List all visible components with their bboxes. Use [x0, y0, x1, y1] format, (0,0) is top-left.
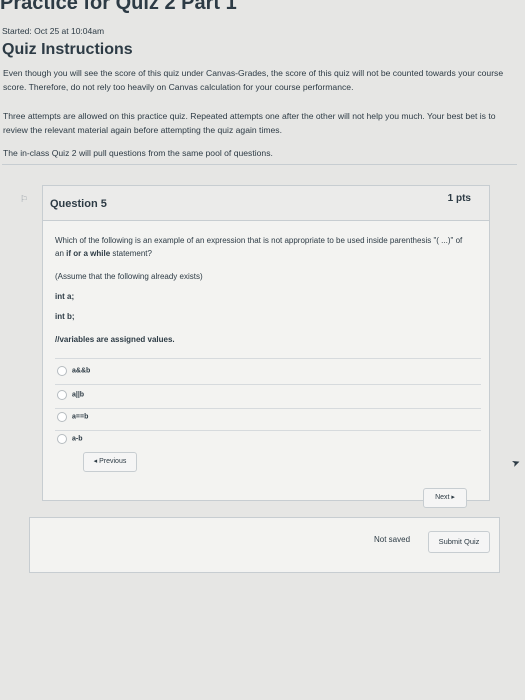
answer-option[interactable]: a-b	[57, 434, 83, 448]
answer-separator	[55, 384, 481, 385]
question-card: Question 5 1 pts Which of the following …	[42, 185, 490, 508]
question-title: Question 5	[50, 198, 107, 210]
instructions-paragraph-1: Even though you will see the score of th…	[3, 68, 504, 92]
radio-button[interactable]	[57, 434, 67, 444]
save-status: Not saved	[374, 535, 411, 544]
instructions-heading: Quiz Instructions	[2, 41, 133, 58]
radio-button[interactable]	[57, 366, 67, 376]
answer-option[interactable]: a==b	[57, 412, 88, 426]
answer-option[interactable]: a||b	[57, 390, 84, 404]
divider	[2, 164, 517, 165]
question-text-suffix: statement?	[112, 249, 152, 258]
next-button[interactable]: Next ▸	[423, 488, 467, 508]
answer-label: a||b	[72, 391, 85, 399]
instructions-paragraph-2: Three attempts are allowed on this pract…	[3, 111, 496, 135]
answer-label: a&&b	[72, 367, 91, 375]
answer-separator	[55, 358, 481, 359]
answer-option[interactable]: a&&b	[57, 366, 90, 380]
code-line-3: //variables are assigned values.	[55, 335, 175, 344]
radio-button[interactable]	[57, 412, 67, 422]
quiz-footer: Not saved Submit Quiz	[29, 517, 500, 573]
started-timestamp: Started: Oct 25 at 10:04am	[2, 26, 105, 36]
question-assumption: (Assume that the following already exist…	[55, 272, 203, 281]
instructions-paragraph-3: The in-class Quiz 2 will pull questions …	[3, 148, 273, 158]
question-text-keywords: if or a while	[66, 249, 111, 258]
answer-label: a-b	[72, 435, 83, 443]
code-line-1: int a;	[55, 292, 75, 301]
cursor-icon: ➤	[510, 456, 523, 471]
question-points: 1 pts	[447, 193, 471, 204]
code-line-2: int b;	[55, 312, 75, 321]
submit-quiz-button[interactable]: Submit Quiz	[428, 531, 490, 553]
page-title: Practice for Quiz 2 Part 1	[0, 0, 237, 14]
question-text: Which of the following is an example of …	[55, 234, 465, 260]
answer-label: a==b	[72, 413, 89, 421]
answer-separator	[55, 430, 481, 431]
flag-icon[interactable]: ⚐	[20, 195, 29, 204]
previous-button[interactable]: ◂ Previous	[83, 452, 137, 472]
radio-button[interactable]	[57, 390, 67, 400]
question-header: Question 5 1 pts	[43, 186, 489, 221]
answer-separator	[55, 408, 481, 409]
